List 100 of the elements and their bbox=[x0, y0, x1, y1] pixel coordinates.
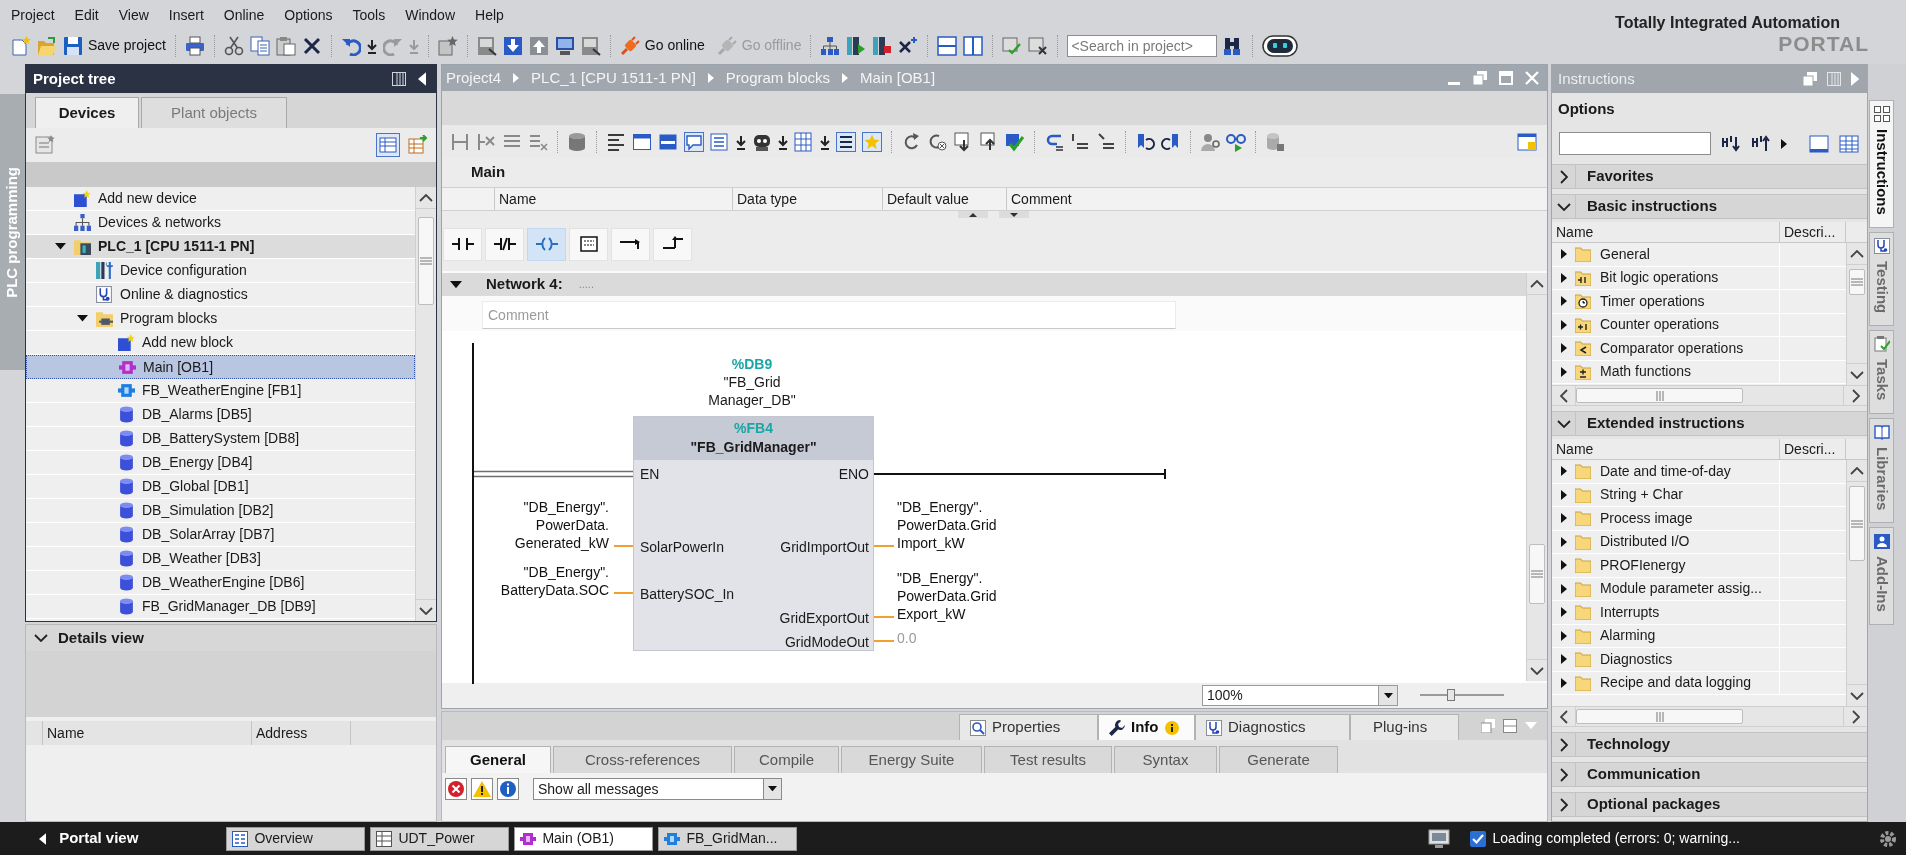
scroll-down-icon[interactable] bbox=[1850, 370, 1864, 379]
go-online-button[interactable]: Go online bbox=[619, 33, 705, 58]
table-icon[interactable] bbox=[1839, 133, 1859, 154]
panel-icon[interactable] bbox=[1809, 133, 1829, 154]
side-tab[interactable]: Testing bbox=[1869, 231, 1894, 327]
star-icon[interactable] bbox=[862, 131, 882, 152]
column-header[interactable]: Name bbox=[1552, 439, 1779, 459]
tree-item[interactable]: PLC_1 [CPU 1511-1 PN] bbox=[26, 235, 415, 259]
instruction-item[interactable]: General bbox=[1552, 243, 1846, 267]
slider-thumb[interactable] bbox=[1446, 688, 1455, 701]
taskbar-item[interactable]: UDT_Power bbox=[370, 826, 510, 851]
horizontal-scrollbar[interactable] bbox=[1552, 706, 1867, 727]
column-header[interactable]: Name bbox=[494, 188, 732, 210]
menu-item[interactable]: Online bbox=[213, 4, 275, 26]
chevron-down-icon[interactable] bbox=[34, 634, 48, 642]
taskbar-item[interactable]: FB_GridMan... bbox=[658, 826, 798, 851]
layout-icon[interactable] bbox=[1503, 719, 1517, 733]
outdent-icon[interactable] bbox=[1096, 131, 1116, 152]
screen-icon[interactable] bbox=[580, 35, 601, 56]
horizontal-scrollbar[interactable] bbox=[1552, 385, 1867, 406]
grid-icon[interactable] bbox=[794, 131, 814, 152]
checklist-cross-icon[interactable] bbox=[1028, 35, 1049, 56]
instruction-item[interactable]: Diagnostics bbox=[1552, 648, 1846, 672]
caret-right-icon[interactable] bbox=[1561, 489, 1567, 500]
lines-icon[interactable] bbox=[606, 131, 626, 152]
scroll-thumb[interactable] bbox=[418, 217, 434, 305]
column-header[interactable]: Name bbox=[1552, 222, 1779, 242]
caret-right-icon[interactable] bbox=[1561, 677, 1567, 688]
caret-right-icon[interactable] bbox=[1561, 630, 1567, 641]
tab[interactable]: Test results bbox=[984, 746, 1112, 773]
caret-down-icon[interactable] bbox=[450, 280, 462, 289]
menu-item[interactable]: Window bbox=[395, 4, 465, 26]
instruction-item[interactable]: Bit logic operations bbox=[1552, 266, 1846, 290]
instruction-item[interactable]: Date and time-of-day bbox=[1552, 460, 1846, 484]
caret-down-icon[interactable] bbox=[55, 243, 66, 250]
scroll-thumb[interactable] bbox=[1576, 709, 1743, 724]
caret-right-icon[interactable] bbox=[1561, 319, 1567, 330]
page-star-icon[interactable] bbox=[437, 35, 458, 56]
instruction-item[interactable]: Timer operations bbox=[1552, 290, 1846, 314]
operand-label[interactable]: "DB_Energy". BatteryData.SOC bbox=[500, 563, 609, 599]
caret-right-icon[interactable] bbox=[1561, 654, 1567, 665]
caret-right-icon[interactable] bbox=[1561, 366, 1567, 377]
tab[interactable]: Cross-references bbox=[553, 746, 732, 773]
vertical-scrollbar[interactable] bbox=[1526, 273, 1547, 681]
menu-item[interactable]: View bbox=[108, 4, 159, 26]
taskbar-item[interactable]: Overview bbox=[226, 826, 366, 851]
dropdown-arrow-icon[interactable] bbox=[768, 785, 777, 792]
circular-cross-icon[interactable] bbox=[927, 131, 947, 152]
save-icon[interactable] bbox=[63, 35, 83, 56]
tab[interactable]: Energy Suite bbox=[841, 746, 982, 773]
cylinder-icon[interactable] bbox=[567, 131, 587, 152]
tab[interactable]: Generate bbox=[1219, 746, 1338, 773]
instruction-item[interactable]: Interrupts bbox=[1552, 601, 1846, 625]
tree-item[interactable]: Program blocks bbox=[26, 307, 415, 331]
tree-item[interactable]: Main [OB1] bbox=[26, 355, 415, 379]
open-folder-icon[interactable] bbox=[37, 35, 57, 56]
monitor-icon[interactable] bbox=[1427, 828, 1450, 849]
cpu-stop-icon[interactable] bbox=[872, 35, 893, 56]
comment-field[interactable]: Comment bbox=[482, 301, 1176, 329]
menu-item[interactable]: Help bbox=[465, 4, 514, 26]
download-icon[interactable] bbox=[502, 35, 523, 56]
side-tab[interactable]: Instructions bbox=[1869, 100, 1894, 228]
tab[interactable]: Diagnostics bbox=[1195, 714, 1350, 740]
person-icon[interactable] bbox=[1200, 131, 1220, 152]
operand-label[interactable]: "DB_Energy". PowerData.Grid Export_kW bbox=[897, 569, 997, 623]
collapse-panel-icon[interactable] bbox=[417, 72, 426, 86]
scroll-thumb[interactable] bbox=[1529, 544, 1545, 604]
caret-right-icon[interactable] bbox=[1781, 138, 1787, 149]
scroll-down-icon[interactable] bbox=[1530, 666, 1544, 675]
caret-right-icon[interactable] bbox=[1561, 249, 1567, 260]
caret-right-icon[interactable] bbox=[1561, 560, 1567, 571]
panel-layout-icon[interactable] bbox=[391, 72, 406, 86]
menu-item[interactable]: Options bbox=[274, 4, 343, 26]
scroll-right-icon[interactable] bbox=[1851, 388, 1860, 403]
list-icon[interactable] bbox=[836, 131, 856, 152]
tree-item[interactable]: DB_Weather [DB3] bbox=[26, 547, 415, 571]
chevron-down-icon[interactable] bbox=[1556, 419, 1571, 428]
function-block[interactable]: %FB4 "FB_GridManager" EN ENO SolarPowerIn BatterySOC_In GridImportOut GridExportOut GridModeOut bbox=[633, 416, 874, 651]
ladder-cross-icon[interactable] bbox=[476, 131, 496, 152]
section-header[interactable]: Favorites bbox=[1552, 164, 1867, 189]
scroll-up-icon[interactable] bbox=[1530, 279, 1544, 288]
column-header[interactable]: Descri... bbox=[1779, 222, 1846, 242]
instruction-item[interactable]: String + Char bbox=[1552, 483, 1846, 507]
scroll-thumb[interactable] bbox=[1576, 388, 1743, 403]
scroll-thumb[interactable] bbox=[1849, 486, 1865, 561]
scroll-down-icon[interactable] bbox=[419, 606, 433, 615]
check-icon[interactable] bbox=[1005, 131, 1025, 152]
tree-item[interactable]: DB_Energy [DB4] bbox=[26, 451, 415, 475]
caret-right-icon[interactable] bbox=[1561, 296, 1567, 307]
scroll-up-icon[interactable] bbox=[1850, 249, 1864, 258]
menu-item[interactable]: Edit bbox=[64, 4, 109, 26]
column-header[interactable]: Comment bbox=[1006, 188, 1382, 210]
vertical-scrollbar[interactable] bbox=[415, 187, 436, 621]
tab[interactable]: General bbox=[445, 746, 551, 773]
side-tab[interactable]: Libraries bbox=[1869, 417, 1894, 523]
tree-item[interactable]: DB_Simulation [DB2] bbox=[26, 499, 415, 523]
tree-item[interactable]: FB_GridManager_DB [DB9] bbox=[26, 595, 415, 619]
section-header[interactable]: Extended instructions bbox=[1552, 411, 1867, 436]
delete-icon[interactable] bbox=[301, 35, 322, 56]
section-header[interactable]: Communication bbox=[1552, 762, 1867, 787]
